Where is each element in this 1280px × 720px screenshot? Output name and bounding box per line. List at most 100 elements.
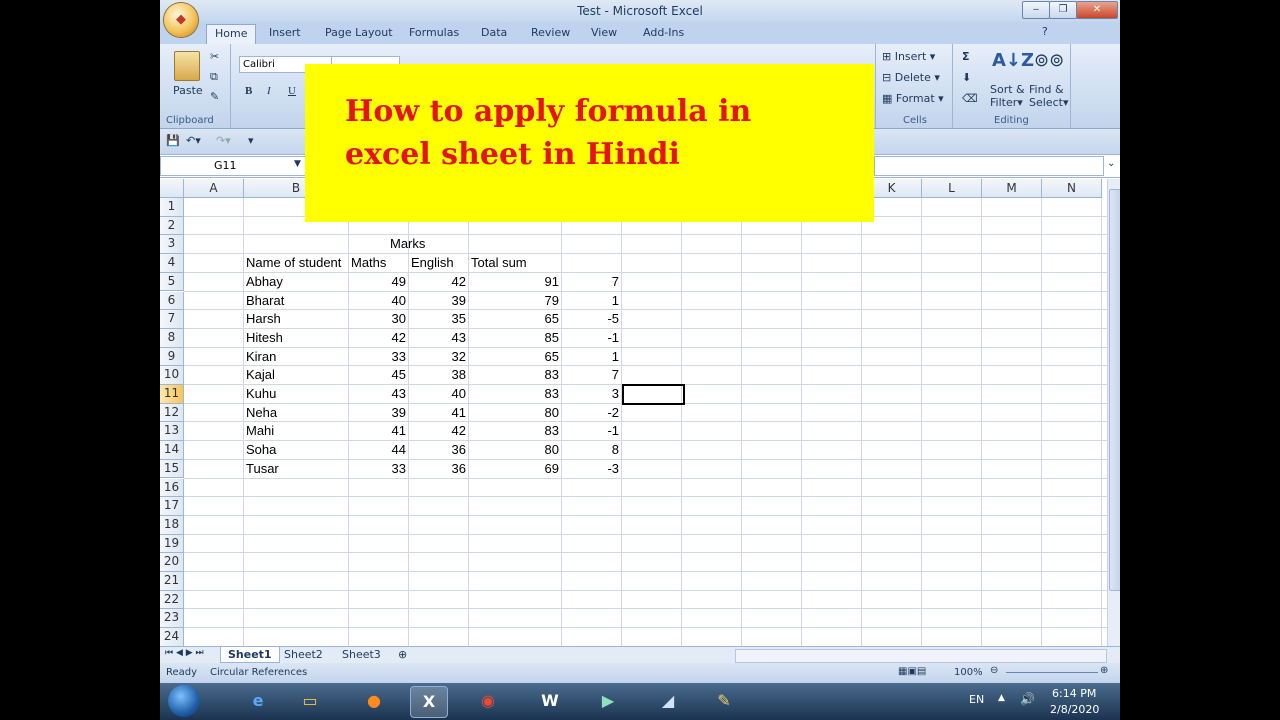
fill-icon[interactable]: ⬇ xyxy=(962,71,971,84)
row-header-4[interactable]: 4 xyxy=(160,254,184,273)
cell-difference[interactable]: 7 xyxy=(564,273,619,291)
cell-english[interactable]: 39 xyxy=(411,292,466,310)
cell-english[interactable]: 36 xyxy=(411,460,466,478)
redo-icon[interactable]: ↷▾ xyxy=(216,134,231,147)
cell-student-name[interactable]: Kajal xyxy=(246,366,346,384)
vertical-scrollbar[interactable] xyxy=(1107,179,1120,646)
cell-maths[interactable]: 45 xyxy=(351,366,406,384)
zoom-level[interactable]: 100% xyxy=(954,667,983,678)
row-header-11[interactable]: 11 xyxy=(160,385,184,404)
cell-student-name[interactable]: Kiran xyxy=(246,348,346,366)
cell-total[interactable]: 65 xyxy=(471,348,559,366)
worksheet-grid[interactable]: ABCDEFGHIJKLMN 1234567891011121314151617… xyxy=(160,179,1107,646)
name-box[interactable]: G11 xyxy=(160,156,307,176)
tab-page-layout[interactable]: Page Layout xyxy=(325,26,393,39)
cell-header-english[interactable]: English xyxy=(411,254,466,272)
column-header-l[interactable]: L xyxy=(922,179,982,198)
copy-icon[interactable]: ⧉ xyxy=(210,70,218,84)
vertical-scroll-thumb[interactable] xyxy=(1109,189,1120,591)
select-all-corner[interactable] xyxy=(160,179,184,198)
cell-total[interactable]: 80 xyxy=(471,404,559,422)
cell-header-total[interactable]: Total sum xyxy=(471,254,559,272)
cell-maths[interactable]: 39 xyxy=(351,404,406,422)
cell-marks-label[interactable]: Marks xyxy=(390,235,445,253)
row-header-14[interactable]: 14 xyxy=(160,441,184,460)
cell-maths[interactable]: 33 xyxy=(351,460,406,478)
row-header-12[interactable]: 12 xyxy=(160,403,184,423)
cell-english[interactable]: 35 xyxy=(411,310,466,328)
cell-total[interactable]: 83 xyxy=(471,422,559,440)
horizontal-scrollbar[interactable] xyxy=(735,649,1107,663)
cell-student-name[interactable]: Mahi xyxy=(246,422,346,440)
minimize-button[interactable]: ‒ xyxy=(1022,1,1050,19)
filmora-icon[interactable]: ▶ xyxy=(590,686,626,716)
row-header-20[interactable]: 20 xyxy=(160,553,184,572)
zoom-slider[interactable] xyxy=(1006,672,1098,673)
row-header-17[interactable]: 17 xyxy=(160,497,184,516)
cell-english[interactable]: 36 xyxy=(411,441,466,459)
tray-arrow-icon[interactable]: ▲ xyxy=(998,693,1005,703)
binoculars-icon[interactable]: ⊚⊚ xyxy=(1034,50,1064,71)
internet-explorer-icon[interactable]: e xyxy=(240,686,276,716)
paint-icon[interactable]: ✎ xyxy=(706,686,742,716)
cell-difference[interactable]: 3 xyxy=(564,385,619,403)
row-header-24[interactable]: 24 xyxy=(160,628,184,646)
cell-total[interactable]: 83 xyxy=(471,385,559,403)
row-header-13[interactable]: 13 xyxy=(160,422,184,442)
cell-english[interactable]: 41 xyxy=(411,404,466,422)
active-cell-g11[interactable] xyxy=(622,384,685,405)
office-button[interactable]: ◆ xyxy=(164,3,198,37)
cell-english[interactable]: 32 xyxy=(411,348,466,366)
cell-maths[interactable]: 42 xyxy=(351,329,406,347)
paste-icon[interactable] xyxy=(174,51,200,81)
cell-difference[interactable]: -1 xyxy=(564,422,619,440)
cell-maths[interactable]: 33 xyxy=(351,348,406,366)
cell-total[interactable]: 91 xyxy=(471,273,559,291)
view-buttons-icon[interactable]: ▦▣▤ xyxy=(898,666,926,677)
insert-cells-button[interactable]: ⊞ Insert ▾ xyxy=(882,50,935,63)
clock-date[interactable]: 2/8/2020 xyxy=(1050,703,1099,716)
cell-total[interactable]: 65 xyxy=(471,310,559,328)
cell-total[interactable]: 79 xyxy=(471,292,559,310)
cell-difference[interactable]: -3 xyxy=(564,460,619,478)
sheet-nav-arrows-icon[interactable]: ⏮ ◀ ▶ ⏭ xyxy=(165,648,204,658)
cell-student-name[interactable]: Tusar xyxy=(246,460,346,478)
tab-formulas[interactable]: Formulas xyxy=(409,26,459,39)
cell-total[interactable]: 80 xyxy=(471,441,559,459)
tab-add-ins[interactable]: Add-Ins xyxy=(643,26,684,39)
bold-button[interactable]: B xyxy=(245,85,252,97)
tab-home[interactable]: Home xyxy=(206,24,257,44)
format-painter-icon[interactable]: ✎ xyxy=(210,90,219,103)
cell-student-name[interactable]: Bharat xyxy=(246,292,346,310)
row-header-5[interactable]: 5 xyxy=(160,272,184,292)
row-header-21[interactable]: 21 xyxy=(160,572,184,591)
start-button[interactable] xyxy=(168,685,200,717)
row-header-22[interactable]: 22 xyxy=(160,590,184,610)
clock-time[interactable]: 6:14 PM xyxy=(1052,687,1096,700)
cell-maths[interactable]: 30 xyxy=(351,310,406,328)
cell-english[interactable]: 40 xyxy=(411,385,466,403)
paste-button[interactable]: Paste xyxy=(173,84,203,97)
autosum-icon[interactable]: Σ xyxy=(962,50,970,63)
row-header-9[interactable]: 9 xyxy=(160,347,184,367)
row-header-23[interactable]: 23 xyxy=(160,609,184,629)
find-select-button[interactable]: Find & Select▾ xyxy=(1029,83,1068,109)
row-header-16[interactable]: 16 xyxy=(160,478,184,498)
row-header-8[interactable]: 8 xyxy=(160,328,184,348)
file-explorer-icon[interactable]: ▭ xyxy=(292,686,328,716)
sort-filter-icon[interactable]: A↓Z xyxy=(992,50,1034,71)
cell-student-name[interactable]: Hitesh xyxy=(246,329,346,347)
row-header-6[interactable]: 6 xyxy=(160,291,184,311)
cell-student-name[interactable]: Soha xyxy=(246,441,346,459)
cell-header-name[interactable]: Name of student xyxy=(246,254,346,272)
firefox-icon[interactable]: ● xyxy=(356,686,392,716)
sort-filter-button[interactable]: Sort & Filter▾ xyxy=(990,83,1025,109)
undo-icon[interactable]: ↶▾ xyxy=(186,134,201,147)
cell-english[interactable]: 42 xyxy=(411,422,466,440)
row-header-19[interactable]: 19 xyxy=(160,534,184,554)
row-header-15[interactable]: 15 xyxy=(160,459,184,479)
cell-maths[interactable]: 49 xyxy=(351,273,406,291)
name-box-dropdown-icon[interactable]: ▼ xyxy=(294,159,301,169)
tab-insert[interactable]: Insert xyxy=(269,26,301,39)
italic-button[interactable]: I xyxy=(267,85,271,97)
